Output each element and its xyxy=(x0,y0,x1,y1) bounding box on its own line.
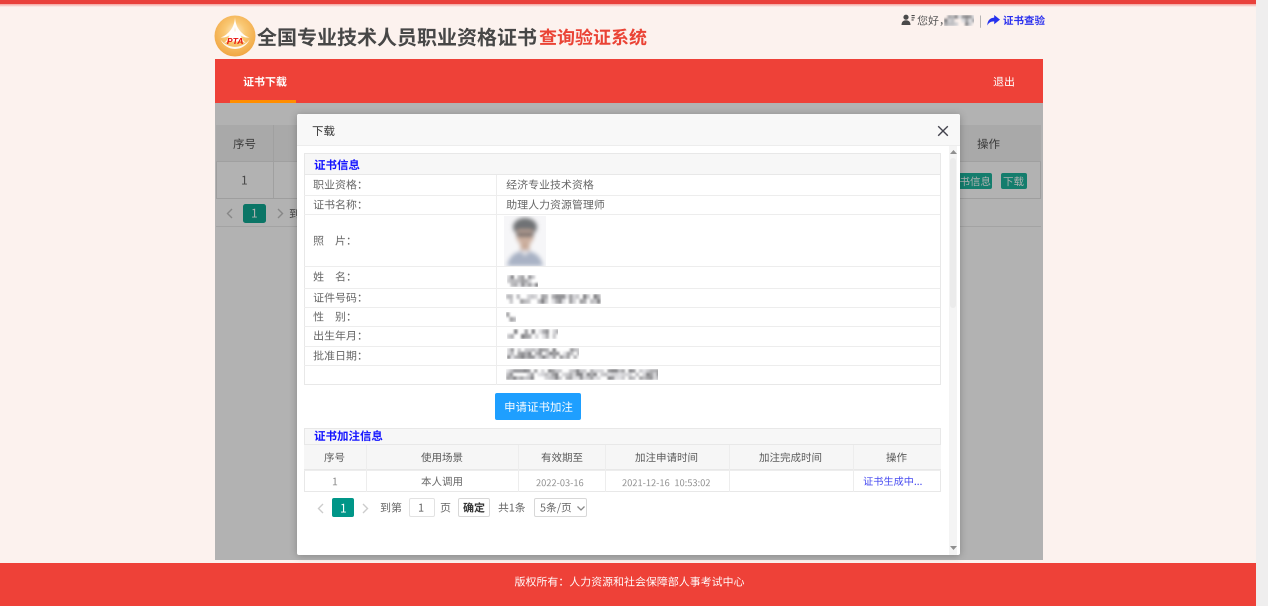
svg-text:PTA: PTA xyxy=(227,36,244,46)
